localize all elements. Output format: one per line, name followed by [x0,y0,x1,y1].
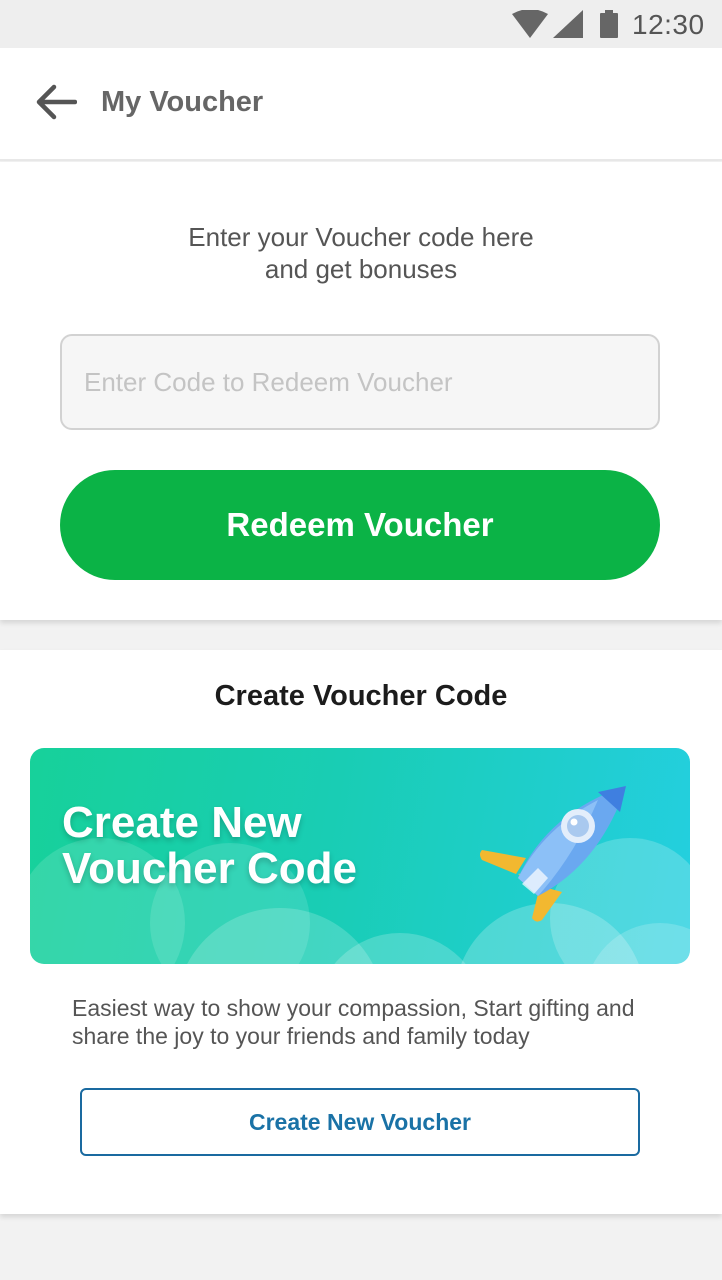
voucher-code-input[interactable] [60,334,660,430]
banner-title: Create New Voucher Code [62,800,357,892]
arrow-left-icon [35,84,78,125]
status-time: 12:30 [632,9,705,40]
create-voucher-card: Create Voucher Code Create New Voucher C… [0,650,722,1214]
redeem-voucher-button[interactable]: Redeem Voucher [60,470,660,580]
create-voucher-description: Easiest way to show your compassion, Sta… [72,995,635,1049]
create-new-voucher-button[interactable]: Create New Voucher [80,1088,640,1156]
app-bar: My Voucher [0,48,722,161]
redeem-intro-text-line1: Enter your Voucher code here [188,222,534,252]
back-button[interactable] [28,80,84,128]
wifi-icon [512,9,548,43]
battery-icon [600,10,618,43]
section-title: Create Voucher Code [214,680,508,712]
status-bar: 12:30 [0,0,722,48]
create-voucher-banner[interactable]: Create New Voucher Code [30,748,690,964]
banner-title-line1: Create New [62,798,302,847]
banner-title-line2: Voucher Code [62,844,358,893]
rocket-icon [478,782,638,937]
page-title: My Voucher [101,86,264,118]
redeem-intro-text-line2: and get bonuses [264,254,458,284]
redeem-voucher-card: Enter your Voucher code here and get bon… [0,162,722,620]
cell-signal-icon [553,10,583,43]
